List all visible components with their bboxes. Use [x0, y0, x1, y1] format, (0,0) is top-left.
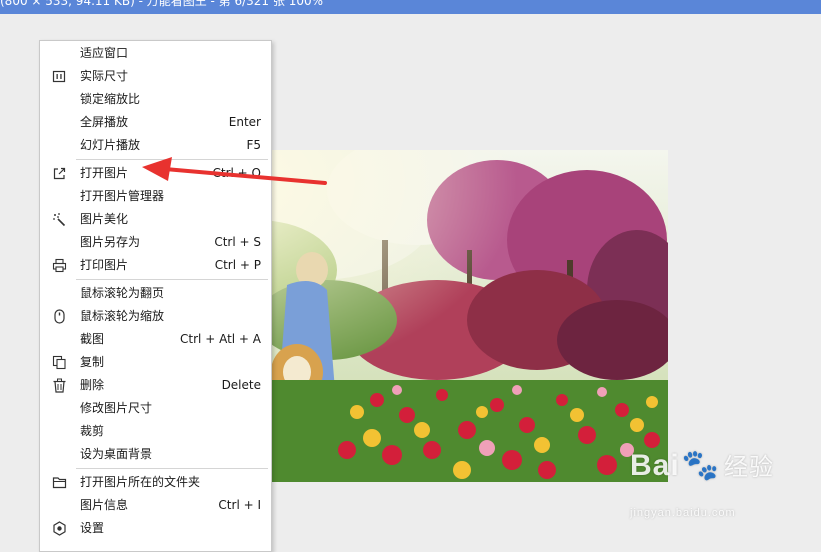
- watermark-brand: Bai🐾 经验: [630, 449, 775, 482]
- menu-item-label: 设为桌面背景: [80, 447, 153, 461]
- watermark-site: jingyan.baidu.com: [630, 507, 736, 519]
- menu-item-label: 适应窗口: [80, 46, 129, 60]
- menu-item-resize[interactable]: 修改图片尺寸: [40, 397, 271, 420]
- menu-item-shortcut: Enter: [228, 115, 261, 129]
- menu-item-image-info[interactable]: 图片信息 Ctrl + I: [40, 494, 271, 517]
- menu-item-label: 幻灯片播放: [80, 138, 141, 152]
- menu-separator: [76, 159, 268, 160]
- menu-item-label: 全屏播放: [80, 115, 129, 129]
- menu-item-label: 打开图片: [80, 166, 129, 180]
- menu-item-save-as[interactable]: 图片另存为 Ctrl + S: [40, 231, 271, 254]
- menu-item-set-wallpaper[interactable]: 设为桌面背景: [40, 443, 271, 466]
- menu-item-beautify[interactable]: 图片美化: [40, 208, 271, 231]
- menu-item-print[interactable]: 打印图片 Ctrl + P: [40, 254, 271, 277]
- baidu-jingyan-watermark: Bai🐾 经验 jingyan.baidu.com: [630, 447, 820, 535]
- menu-item-lock-zoom[interactable]: 锁定缩放比: [40, 88, 271, 111]
- context-menu: 适应窗口 实际尺寸 锁定缩放比 全屏播放 Enter 幻灯片播放 F5 打开图片…: [39, 40, 272, 552]
- folder-icon: [52, 475, 67, 490]
- menu-item-shortcut: Delete: [221, 378, 261, 392]
- menu-item-label: 鼠标滚轮为缩放: [80, 309, 165, 323]
- actual-size-icon: [52, 69, 67, 84]
- menu-item-label: 删除: [80, 378, 105, 392]
- menu-item-shortcut: Ctrl + O: [212, 166, 261, 180]
- menu-item-open-image[interactable]: 打开图片 Ctrl + O: [40, 162, 271, 185]
- menu-item-label: 打印图片: [80, 258, 129, 272]
- printer-icon: [52, 258, 67, 273]
- menu-item-screenshot[interactable]: 截图 Ctrl + Atl + A: [40, 328, 271, 351]
- window-title: (800 × 533, 94.11 KB) - 万能看图王 - 第 6/321 …: [0, 0, 324, 8]
- menu-item-shortcut: Ctrl + I: [218, 498, 261, 512]
- menu-item-fullscreen[interactable]: 全屏播放 Enter: [40, 111, 271, 134]
- menu-item-fit-window[interactable]: 适应窗口: [40, 42, 271, 65]
- menu-item-label: 打开图片管理器: [80, 189, 165, 203]
- menu-item-wheel-page[interactable]: 鼠标滚轮为翻页: [40, 282, 271, 305]
- title-bar: (800 × 533, 94.11 KB) - 万能看图王 - 第 6/321 …: [0, 0, 821, 14]
- trash-icon: [52, 378, 67, 393]
- menu-item-shortcut: F5: [246, 138, 261, 152]
- menu-item-label: 锁定缩放比: [80, 92, 141, 106]
- magic-wand-icon: [52, 212, 67, 227]
- menu-item-label: 截图: [80, 332, 105, 346]
- menu-item-shortcut: Ctrl + P: [214, 258, 261, 272]
- menu-item-shortcut: Ctrl + Atl + A: [180, 332, 261, 346]
- menu-item-delete[interactable]: 删除 Delete: [40, 374, 271, 397]
- menu-item-actual-size[interactable]: 实际尺寸: [40, 65, 271, 88]
- settings-icon: [52, 521, 67, 536]
- menu-item-label: 图片美化: [80, 212, 129, 226]
- menu-item-open-manager[interactable]: 打开图片管理器: [40, 185, 271, 208]
- menu-item-label: 实际尺寸: [80, 69, 129, 83]
- menu-item-label: 打开图片所在的文件夹: [80, 475, 201, 489]
- copy-icon: [52, 355, 67, 370]
- menu-item-label: 鼠标滚轮为翻页: [80, 286, 165, 300]
- menu-item-label: 复制: [80, 355, 105, 369]
- menu-item-wheel-zoom[interactable]: 鼠标滚轮为缩放: [40, 305, 271, 328]
- menu-item-label: 修改图片尺寸: [80, 401, 153, 415]
- menu-separator: [76, 468, 268, 469]
- menu-item-copy[interactable]: 复制: [40, 351, 271, 374]
- menu-item-label: 裁剪: [80, 424, 105, 438]
- open-external-icon: [52, 166, 67, 181]
- menu-separator: [76, 279, 268, 280]
- mouse-icon: [52, 309, 67, 324]
- menu-item-slideshow[interactable]: 幻灯片播放 F5: [40, 134, 271, 157]
- menu-item-label: 图片另存为: [80, 235, 141, 249]
- menu-item-label: 图片信息: [80, 498, 129, 512]
- menu-item-crop[interactable]: 裁剪: [40, 420, 271, 443]
- menu-item-open-folder[interactable]: 打开图片所在的文件夹: [40, 471, 271, 494]
- menu-item-shortcut: Ctrl + S: [214, 235, 261, 249]
